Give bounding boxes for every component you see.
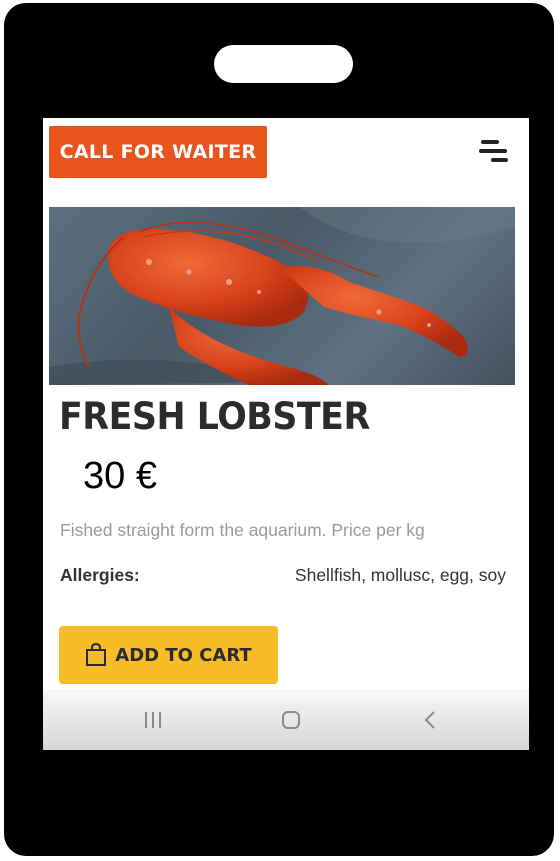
add-to-cart-label: ADD TO CART <box>115 644 252 666</box>
phone-frame: CALL FOR WAITER FRESH LOBSTER 30 € Fishe… <box>4 3 554 856</box>
system-navigation-bar <box>43 689 529 750</box>
app-screen: CALL FOR WAITER FRESH LOBSTER 30 € Fishe… <box>43 118 529 750</box>
product-description: Fished straight form the aquarium. Price… <box>60 520 425 540</box>
recent-apps-icon[interactable] <box>123 689 183 750</box>
top-bar: CALL FOR WAITER <box>43 118 529 198</box>
call-waiter-button[interactable]: CALL FOR WAITER <box>49 126 267 178</box>
product-title: FRESH LOBSTER <box>59 395 370 438</box>
product-price: 30 € <box>83 455 157 497</box>
allergies-value: Shellfish, mollusc, egg, soy <box>294 565 506 585</box>
add-to-cart-button[interactable]: ADD TO CART <box>59 626 278 684</box>
hamburger-menu-icon[interactable] <box>475 136 511 166</box>
phone-speaker <box>214 45 353 83</box>
allergies-label: Allergies: <box>60 565 140 585</box>
back-icon[interactable] <box>400 689 460 750</box>
lobster-image <box>49 207 515 385</box>
product-image <box>49 207 515 385</box>
home-icon[interactable] <box>261 689 321 750</box>
shopping-bag-icon <box>85 642 107 667</box>
